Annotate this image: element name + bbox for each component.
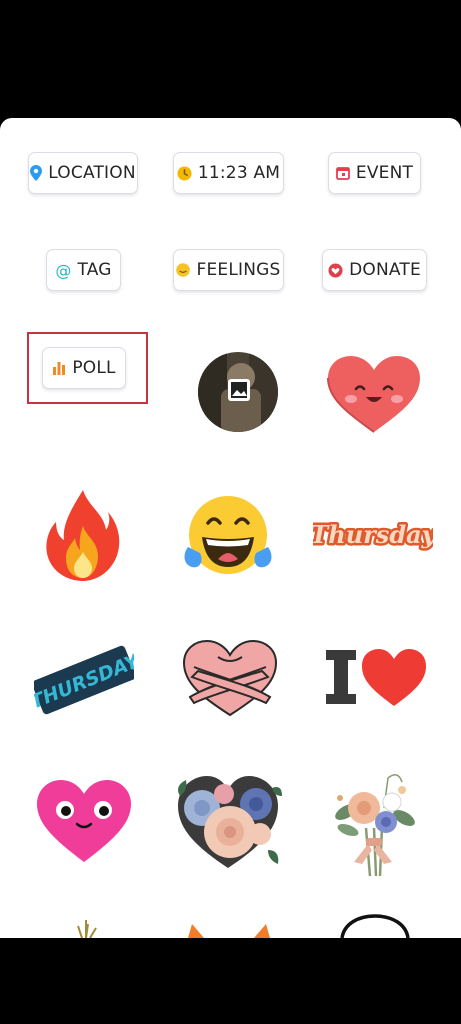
navigation-bar-area [0, 938, 461, 1024]
laughing-emoji-graphic [184, 496, 272, 574]
location-pin-icon [30, 165, 43, 181]
thursday-blue-graphic: THURSDAY [27, 645, 144, 715]
bouquet-sticker[interactable] [326, 768, 420, 885]
donate-label: DONATE [349, 260, 421, 280]
i-love-sticker[interactable] [324, 646, 428, 713]
photo-sticker[interactable] [197, 351, 279, 438]
status-bar-area [0, 0, 461, 122]
pink-heart-face-graphic [37, 780, 131, 862]
at-sign-icon: @ [55, 260, 72, 280]
thursday-orange-sticker[interactable]: Thursday Thursday [308, 512, 440, 556]
feelings-label: FEELINGS [196, 260, 281, 280]
photo-sticker-graphic [198, 352, 278, 432]
i-love-graphic [326, 649, 426, 706]
cat-ears-sticker-partial[interactable] [186, 922, 272, 938]
donate-heart-icon [328, 262, 343, 278]
time-label: 11:23 AM [197, 163, 281, 183]
location-label: LOCATION [48, 163, 136, 183]
event-label: EVENT [355, 163, 414, 183]
thursday-blue-sticker[interactable]: THURSDAY [27, 632, 144, 733]
thursday-orange-graphic: Thursday Thursday [308, 518, 440, 552]
self-hug-heart-graphic [182, 639, 278, 717]
clock-icon [177, 165, 192, 181]
poll-selection-highlight [27, 332, 148, 404]
sticker-tray-sheet: LOCATION 11:23 AM EVENT @ TAG FEELINGS D… [0, 118, 461, 938]
time-sticker-button[interactable]: 11:23 AM [173, 152, 284, 194]
pink-heart-face-sticker[interactable] [35, 778, 133, 869]
circle-sticker-partial[interactable] [338, 914, 412, 938]
floral-heart-graphic [178, 776, 282, 868]
self-hug-heart-sticker[interactable] [180, 637, 280, 722]
sparkle-graphic [77, 920, 97, 938]
gallery-icon [228, 379, 250, 401]
fire-sticker[interactable] [42, 488, 124, 587]
bouquet-graphic [335, 774, 415, 877]
feelings-sticker-button[interactable]: FEELINGS [173, 249, 284, 291]
sparkle-sticker-partial[interactable] [60, 918, 110, 938]
location-sticker-button[interactable]: LOCATION [28, 152, 138, 194]
donate-sticker-button[interactable]: DONATE [322, 249, 427, 291]
cute-heart-graphic [327, 356, 420, 433]
smiley-icon [176, 263, 191, 277]
cat-ears-graphic [188, 924, 270, 938]
calendar-icon [335, 167, 350, 180]
tag-sticker-button[interactable]: @ TAG [46, 249, 121, 291]
fire-graphic [46, 490, 120, 581]
laughing-emoji-sticker[interactable] [180, 493, 276, 582]
cute-heart-sticker[interactable] [326, 354, 422, 439]
circle-outline-graphic [340, 914, 410, 938]
event-sticker-button[interactable]: EVENT [328, 152, 421, 194]
tag-label: TAG [77, 260, 112, 280]
thursday-orange-text-fill: Thursday [313, 520, 433, 549]
floral-heart-sticker[interactable] [172, 768, 284, 877]
